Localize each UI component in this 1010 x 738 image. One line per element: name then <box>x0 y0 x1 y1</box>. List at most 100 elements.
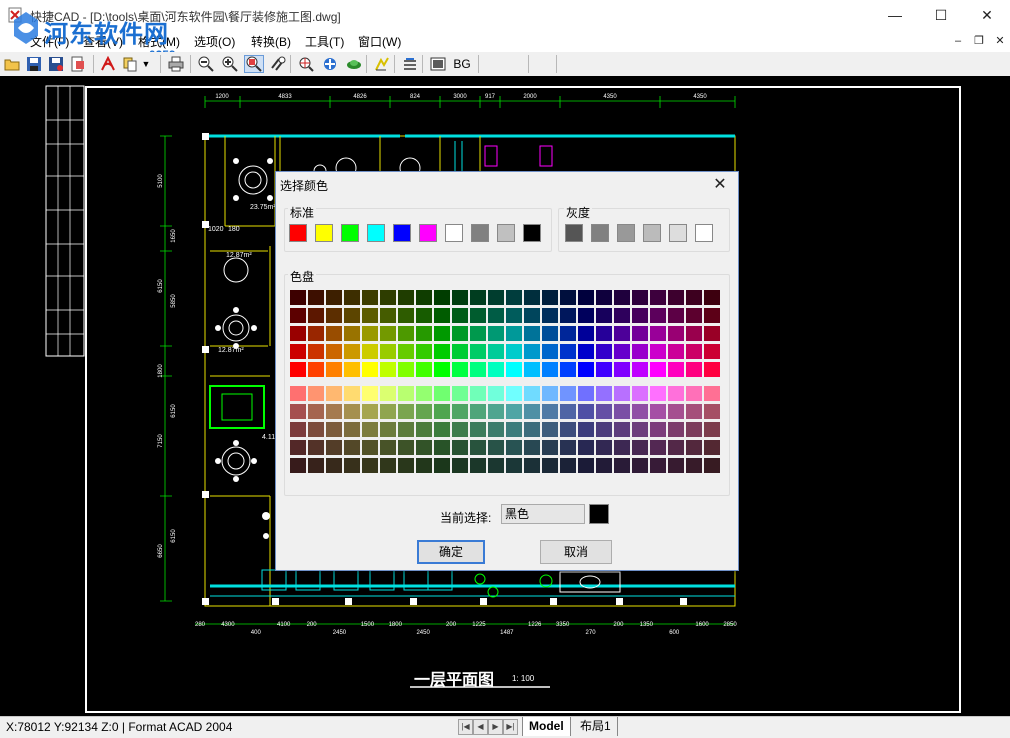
palette-color-cell[interactable] <box>704 458 720 473</box>
palette-color-cell[interactable] <box>524 362 540 377</box>
mdi-restore-button[interactable]: ❐ <box>971 34 987 48</box>
palette-color-cell[interactable] <box>614 362 630 377</box>
palette-color-cell[interactable] <box>434 386 450 401</box>
palette-color-cell[interactable] <box>650 362 666 377</box>
palette-color-cell[interactable] <box>704 362 720 377</box>
palette-color-cell[interactable] <box>668 386 684 401</box>
maximize-button[interactable]: ☐ <box>918 0 964 30</box>
palette-color-cell[interactable] <box>542 344 558 359</box>
palette-color-cell[interactable] <box>488 344 504 359</box>
palette-color-cell[interactable] <box>290 290 306 305</box>
palette-color-cell[interactable] <box>686 440 702 455</box>
palette-color-cell[interactable] <box>542 290 558 305</box>
palette-color-cell[interactable] <box>434 326 450 341</box>
palette-color-cell[interactable] <box>506 386 522 401</box>
palette-color-cell[interactable] <box>434 404 450 419</box>
zoom-window-icon[interactable] <box>244 55 264 73</box>
palette-color-cell[interactable] <box>398 386 414 401</box>
palette-color-cell[interactable] <box>506 290 522 305</box>
palette-color-cell[interactable] <box>488 308 504 323</box>
palette-color-cell[interactable] <box>650 308 666 323</box>
palette-color-cell[interactable] <box>632 458 648 473</box>
palette-color-cell[interactable] <box>362 362 378 377</box>
palette-color-cell[interactable] <box>470 404 486 419</box>
palette-color-cell[interactable] <box>704 440 720 455</box>
palette-color-cell[interactable] <box>578 386 594 401</box>
palette-color-cell[interactable] <box>560 458 576 473</box>
palette-color-cell[interactable] <box>560 422 576 437</box>
palette-color-cell[interactable] <box>704 422 720 437</box>
palette-color-cell[interactable] <box>362 344 378 359</box>
palette-color-cell[interactable] <box>488 422 504 437</box>
palette-color-cell[interactable] <box>434 458 450 473</box>
layers-icon[interactable] <box>372 55 392 73</box>
palette-color-cell[interactable] <box>452 344 468 359</box>
palette-color-cell[interactable] <box>380 386 396 401</box>
palette-color-cell[interactable] <box>416 404 432 419</box>
regen-icon[interactable] <box>344 55 364 73</box>
palette-color-cell[interactable] <box>578 326 594 341</box>
palette-color-cell[interactable] <box>416 362 432 377</box>
next-tab-button[interactable]: ▶ <box>488 719 503 735</box>
palette-color-cell[interactable] <box>650 344 666 359</box>
palette-color-cell[interactable] <box>614 440 630 455</box>
palette-color-cell[interactable] <box>542 386 558 401</box>
palette-color-cell[interactable] <box>506 458 522 473</box>
palette-color-cell[interactable] <box>362 326 378 341</box>
palette-color-cell[interactable] <box>434 344 450 359</box>
palette-color-cell[interactable] <box>452 362 468 377</box>
palette-color-cell[interactable] <box>632 404 648 419</box>
palette-color-cell[interactable] <box>290 308 306 323</box>
palette-color-cell[interactable] <box>686 404 702 419</box>
save-icon[interactable] <box>24 55 44 73</box>
gray-color-swatch[interactable] <box>669 224 687 242</box>
minimize-button[interactable]: — <box>872 0 918 30</box>
palette-color-cell[interactable] <box>596 326 612 341</box>
palette-color-cell[interactable] <box>506 344 522 359</box>
palette-color-cell[interactable] <box>470 344 486 359</box>
palette-color-cell[interactable] <box>416 458 432 473</box>
palette-color-cell[interactable] <box>524 308 540 323</box>
palette-color-cell[interactable] <box>506 308 522 323</box>
palette-color-cell[interactable] <box>632 308 648 323</box>
tab-layout1[interactable]: 布局1 <box>574 717 618 736</box>
palette-color-cell[interactable] <box>380 344 396 359</box>
dialog-close-button[interactable]: ✕ <box>710 175 730 195</box>
palette-color-cell[interactable] <box>290 326 306 341</box>
standard-color-swatch[interactable] <box>445 224 463 242</box>
copy-icon[interactable] <box>120 55 140 73</box>
palette-color-cell[interactable] <box>290 422 306 437</box>
palette-color-cell[interactable] <box>506 404 522 419</box>
chevron-down-icon[interactable]: ▼ <box>140 55 152 73</box>
palette-color-cell[interactable] <box>452 404 468 419</box>
print-preview-icon[interactable] <box>68 55 88 73</box>
palette-color-cell[interactable] <box>380 404 396 419</box>
palette-color-cell[interactable] <box>308 362 324 377</box>
pan-icon[interactable] <box>320 55 340 73</box>
palette-color-cell[interactable] <box>416 290 432 305</box>
palette-color-cell[interactable] <box>416 308 432 323</box>
menu-window[interactable]: 窗口(W) <box>358 33 401 50</box>
palette-color-cell[interactable] <box>578 458 594 473</box>
palette-color-cell[interactable] <box>668 440 684 455</box>
palette-color-cell[interactable] <box>434 362 450 377</box>
palette-color-cell[interactable] <box>704 326 720 341</box>
palette-color-cell[interactable] <box>614 458 630 473</box>
palette-color-cell[interactable] <box>416 344 432 359</box>
palette-color-cell[interactable] <box>488 362 504 377</box>
palette-color-cell[interactable] <box>596 344 612 359</box>
palette-color-cell[interactable] <box>614 422 630 437</box>
palette-color-cell[interactable] <box>398 308 414 323</box>
palette-color-cell[interactable] <box>596 404 612 419</box>
palette-color-cell[interactable] <box>326 362 342 377</box>
palette-color-cell[interactable] <box>668 404 684 419</box>
palette-color-cell[interactable] <box>560 404 576 419</box>
palette-color-cell[interactable] <box>380 326 396 341</box>
palette-color-cell[interactable] <box>488 440 504 455</box>
ok-button[interactable]: 确定 <box>417 540 485 564</box>
palette-color-cell[interactable] <box>596 290 612 305</box>
palette-color-cell[interactable] <box>668 326 684 341</box>
palette-color-cell[interactable] <box>632 344 648 359</box>
palette-color-cell[interactable] <box>290 386 306 401</box>
palette-color-cell[interactable] <box>704 404 720 419</box>
